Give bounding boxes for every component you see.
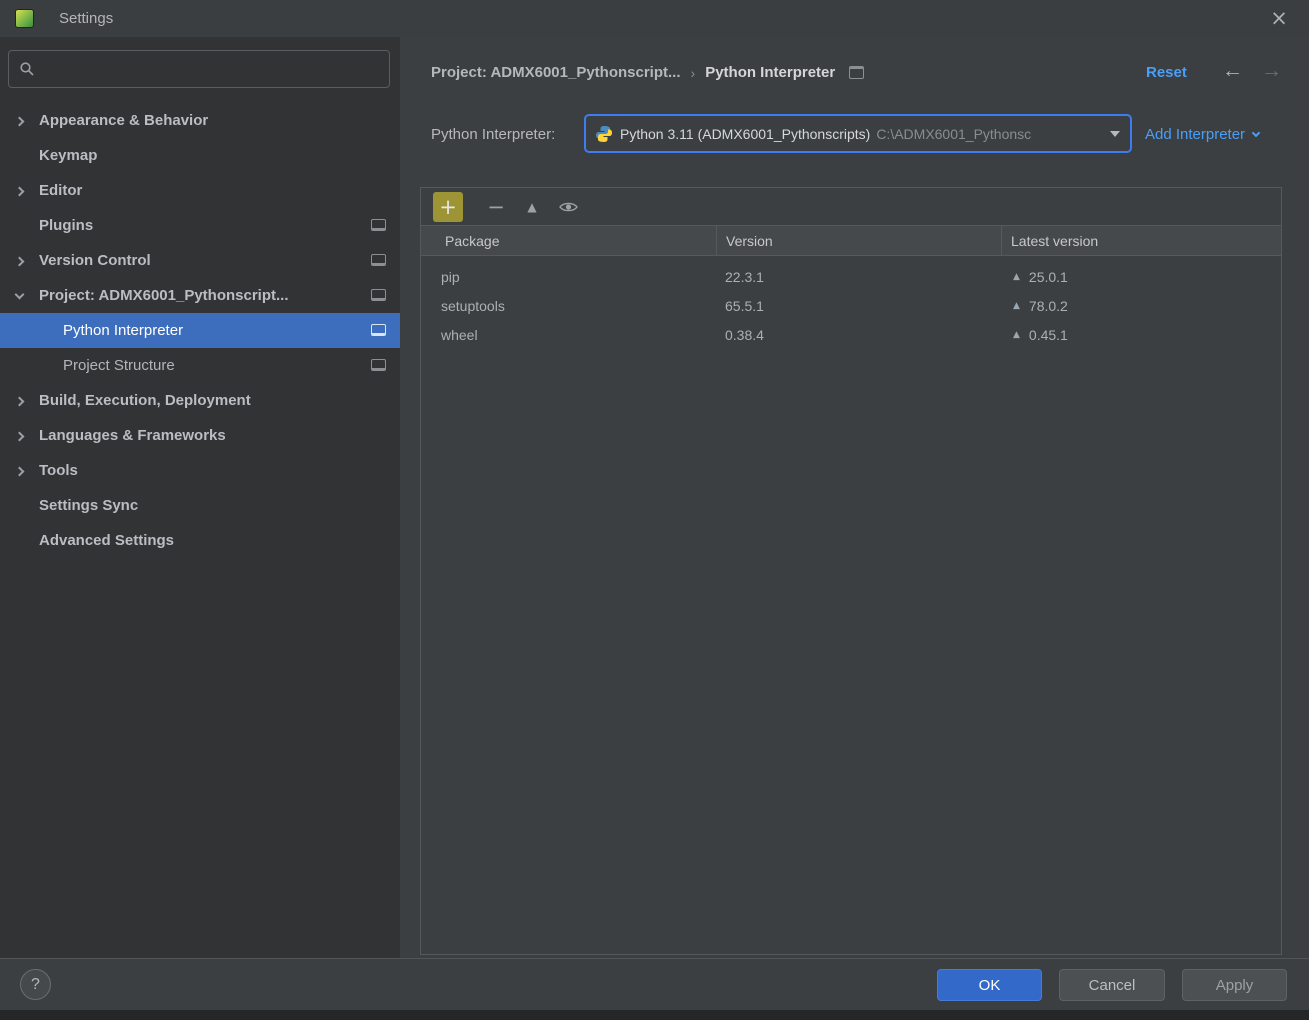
remove-package-icon[interactable]: − xyxy=(485,195,507,219)
reset-button[interactable]: Reset xyxy=(1146,64,1187,81)
settings-tree: Appearance & Behavior Keymap Editor Plug… xyxy=(0,103,400,558)
sidebar-item-label: Tools xyxy=(39,462,78,479)
column-header-package[interactable]: Package xyxy=(421,233,716,249)
upgrade-package-icon[interactable]: ▲ xyxy=(521,200,543,214)
chevron-right-icon xyxy=(16,187,39,195)
sidebar-item-appearance-behavior[interactable]: Appearance & Behavior xyxy=(0,103,400,138)
table-row-wheel[interactable]: wheel 0.38.4 ▲ 0.45.1 xyxy=(421,320,1281,349)
sidebar-item-label: Editor xyxy=(39,182,82,199)
upgrade-arrow-icon: ▲ xyxy=(1013,330,1020,340)
cancel-button[interactable]: Cancel xyxy=(1059,969,1165,1001)
add-package-icon[interactable]: + xyxy=(433,192,463,222)
sidebar-item-keymap[interactable]: Keymap xyxy=(0,138,400,173)
package-latest-version: 78.0.2 xyxy=(1029,298,1068,314)
sidebar-item-label: Settings Sync xyxy=(39,497,138,514)
sidebar-item-label: Project: ADMX6001_Pythonscript... xyxy=(39,287,289,304)
sidebar-item-label: Languages & Frameworks xyxy=(39,427,226,444)
sidebar-item-label: Python Interpreter xyxy=(63,322,183,339)
packages-table-header: Package Version Latest version xyxy=(421,225,1281,256)
ok-button[interactable]: OK xyxy=(937,969,1042,1001)
chevron-right-icon xyxy=(16,257,39,265)
settings-app-icon xyxy=(15,9,34,28)
package-version: 65.5.1 xyxy=(716,298,1001,314)
sidebar-item-project[interactable]: Project: ADMX6001_Pythonscript... xyxy=(0,278,400,313)
package-version: 0.38.4 xyxy=(716,327,1001,343)
chevron-down-icon xyxy=(1110,131,1120,137)
help-icon[interactable]: ? xyxy=(20,969,51,1000)
search-icon xyxy=(19,61,35,77)
sidebar-item-build-execution-deployment[interactable]: Build, Execution, Deployment xyxy=(0,383,400,418)
dialog-footer: ? OK Cancel Apply xyxy=(0,958,1309,1010)
breadcrumb-separator: › xyxy=(691,65,696,81)
packages-table-body: pip 22.3.1 ▲ 25.0.1 setuptools 65.5.1 ▲ … xyxy=(421,256,1281,349)
sidebar-item-languages-frameworks[interactable]: Languages & Frameworks xyxy=(0,418,400,453)
column-header-latest-version[interactable]: Latest version xyxy=(1001,226,1281,255)
sidebar-item-settings-sync[interactable]: Settings Sync xyxy=(0,488,400,523)
project-scope-icon xyxy=(371,254,386,266)
settings-search-box[interactable] xyxy=(8,50,390,88)
upgrade-arrow-icon: ▲ xyxy=(1013,301,1020,311)
sidebar-item-label: Appearance & Behavior xyxy=(39,112,208,129)
window-bottom-edge xyxy=(0,1010,1309,1020)
breadcrumb: Project: ADMX6001_Pythonscript... › Pyth… xyxy=(431,64,864,81)
project-scope-icon xyxy=(371,289,386,301)
interpreter-dropdown[interactable]: Python 3.11 (ADMX6001_Pythonscripts) C:\… xyxy=(584,114,1132,153)
window-title: Settings xyxy=(59,10,113,27)
chevron-right-icon xyxy=(16,117,39,125)
package-name: setuptools xyxy=(421,298,716,314)
table-row-setuptools[interactable]: setuptools 65.5.1 ▲ 78.0.2 xyxy=(421,291,1281,320)
title-bar: Settings × xyxy=(0,0,1309,37)
show-early-releases-icon[interactable] xyxy=(555,200,581,214)
settings-sidebar: Appearance & Behavior Keymap Editor Plug… xyxy=(0,37,400,958)
package-latest-cell: ▲ 0.45.1 xyxy=(1001,327,1281,343)
close-icon[interactable]: × xyxy=(1265,4,1293,32)
sidebar-item-label: Project Structure xyxy=(63,357,175,374)
column-header-version[interactable]: Version xyxy=(716,226,1001,255)
chevron-down-icon xyxy=(1252,129,1260,137)
package-latest-cell: ▲ 78.0.2 xyxy=(1001,298,1281,314)
package-name: pip xyxy=(421,269,716,285)
sidebar-item-project-structure[interactable]: Project Structure xyxy=(0,348,400,383)
breadcrumb-icon xyxy=(849,66,864,79)
python-logo-icon xyxy=(595,125,613,143)
package-latest-version: 25.0.1 xyxy=(1029,269,1068,285)
package-name: wheel xyxy=(421,327,716,343)
breadcrumb-python-interpreter: Python Interpreter xyxy=(705,64,835,81)
sidebar-item-python-interpreter[interactable]: Python Interpreter xyxy=(0,313,400,348)
upgrade-arrow-icon: ▲ xyxy=(1013,272,1020,282)
sidebar-item-label: Build, Execution, Deployment xyxy=(39,392,251,409)
interpreter-label: Python Interpreter: xyxy=(431,126,555,143)
interpreter-path: C:\ADMX6001_Pythonsc xyxy=(876,126,1031,142)
sidebar-item-label: Keymap xyxy=(39,147,97,164)
settings-search-input[interactable] xyxy=(43,61,389,77)
chevron-right-icon xyxy=(16,397,39,405)
package-latest-version: 0.45.1 xyxy=(1029,327,1068,343)
project-scope-icon xyxy=(371,324,386,336)
sidebar-item-label: Advanced Settings xyxy=(39,532,174,549)
forward-arrow-icon[interactable]: → xyxy=(1261,59,1282,83)
sidebar-item-editor[interactable]: Editor xyxy=(0,173,400,208)
package-latest-cell: ▲ 25.0.1 xyxy=(1001,269,1281,285)
package-version: 22.3.1 xyxy=(716,269,1001,285)
interpreter-value: Python 3.11 (ADMX6001_Pythonscripts) xyxy=(620,126,870,142)
sidebar-item-advanced-settings[interactable]: Advanced Settings xyxy=(0,523,400,558)
sidebar-item-tools[interactable]: Tools xyxy=(0,453,400,488)
sidebar-item-label: Plugins xyxy=(39,217,93,234)
sidebar-item-version-control[interactable]: Version Control xyxy=(0,243,400,278)
chevron-right-icon xyxy=(16,432,39,440)
chevron-down-icon xyxy=(16,293,39,298)
project-scope-icon xyxy=(371,359,386,371)
packages-panel: + − ▲ Package Version Latest version pip… xyxy=(420,187,1282,955)
chevron-right-icon xyxy=(16,467,39,475)
back-arrow-icon[interactable]: ← xyxy=(1222,59,1243,83)
breadcrumb-project[interactable]: Project: ADMX6001_Pythonscript... xyxy=(431,64,681,81)
add-interpreter-label: Add Interpreter xyxy=(1145,126,1245,143)
project-scope-icon xyxy=(371,219,386,231)
apply-button[interactable]: Apply xyxy=(1182,969,1287,1001)
packages-toolbar: + − ▲ xyxy=(421,188,1281,225)
add-interpreter-button[interactable]: Add Interpreter xyxy=(1145,126,1259,143)
table-row-pip[interactable]: pip 22.3.1 ▲ 25.0.1 xyxy=(421,262,1281,291)
sidebar-item-plugins[interactable]: Plugins xyxy=(0,208,400,243)
sidebar-item-label: Version Control xyxy=(39,252,151,269)
